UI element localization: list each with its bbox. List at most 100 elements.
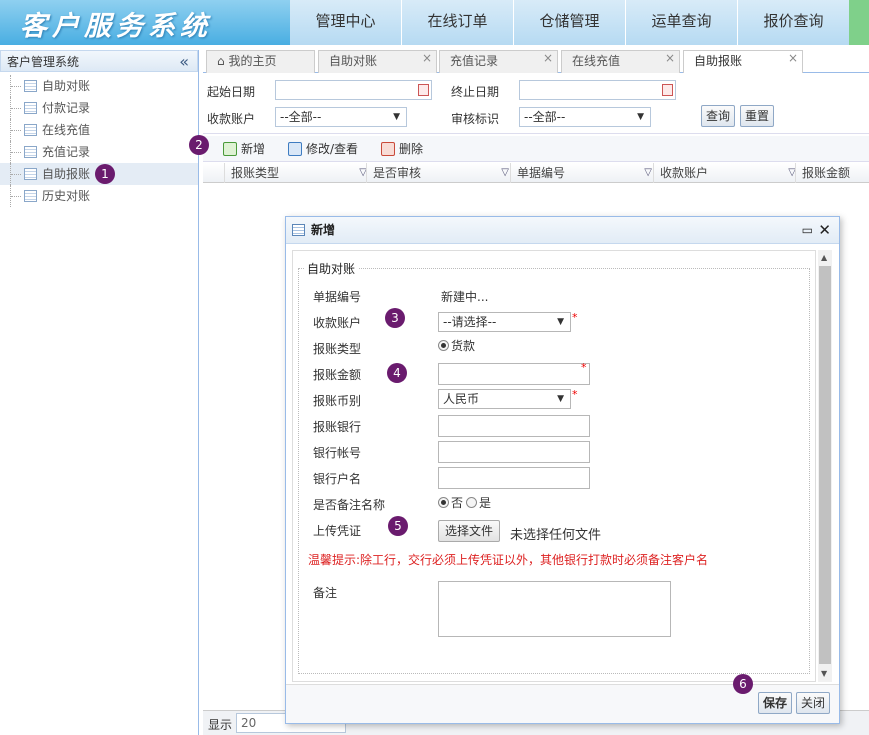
- edit-button[interactable]: 修改/查看: [288, 140, 358, 158]
- column-amount[interactable]: 报账金额: [795, 163, 869, 183]
- required-mark: *: [572, 388, 578, 401]
- currency-select[interactable]: 人民币 ▼: [438, 389, 571, 409]
- edit-icon: [288, 142, 302, 156]
- end-date-input[interactable]: [519, 80, 676, 100]
- step-badge-2: 2: [189, 135, 209, 155]
- step-badge-4: 4: [387, 363, 407, 383]
- choose-file-button[interactable]: 选择文件: [438, 520, 501, 542]
- document-icon: [24, 168, 37, 180]
- type-radio-goods[interactable]: 货款: [438, 337, 475, 354]
- dialog-footer: 保存 关闭: [286, 684, 839, 723]
- delete-button[interactable]: 删除: [381, 140, 423, 158]
- nav-management[interactable]: 管理中心: [290, 0, 402, 45]
- step-badge-6: 6: [733, 674, 753, 694]
- bank-input[interactable]: [438, 415, 590, 437]
- calendar-icon[interactable]: [418, 84, 429, 96]
- amount-label: 报账金额: [313, 368, 362, 382]
- doc-no-value: 新建中...: [441, 290, 489, 304]
- sidebar-item-history-reconcile[interactable]: 历史对账: [0, 185, 198, 207]
- nav-overflow-indicator: [849, 0, 869, 45]
- scroll-down-icon[interactable]: ▼: [821, 669, 827, 678]
- scroll-up-icon[interactable]: ▲: [821, 253, 827, 262]
- bank-holder-input[interactable]: [438, 467, 590, 489]
- account-label: 收款账户: [313, 316, 362, 330]
- sidebar-tree: 自助对账 付款记录 在线充值 充值记录 自助报账 历史对账: [0, 72, 198, 207]
- no-file-text: 未选择任何文件: [510, 528, 602, 543]
- calendar-icon[interactable]: [662, 84, 673, 96]
- tab-recharge-records[interactable]: 充值记录 ×: [439, 50, 558, 73]
- sort-icon[interactable]: ▽: [644, 163, 652, 183]
- bank-account-input[interactable]: [438, 441, 590, 463]
- nav-online-order[interactable]: 在线订单: [402, 0, 514, 45]
- account-select[interactable]: --全部-- ▼: [275, 107, 407, 127]
- column-doc-no[interactable]: 单据编号 ▽: [510, 163, 656, 183]
- search-panel: 起始日期 终止日期 收款账户 --全部-- ▼ 审核标识 --全部-- ▼ 查询 重…: [203, 74, 869, 134]
- dialog-body: 自助对账 单据编号 新建中... 收款账户 --请选择-- ▼ * 报账类型 货款…: [292, 250, 816, 682]
- tab-self-reimburse[interactable]: 自助报账 ×: [683, 50, 803, 73]
- tab-self-reconcile[interactable]: 自助对账 ×: [318, 50, 437, 73]
- sort-icon[interactable]: ▽: [501, 163, 509, 183]
- column-reimburse-type[interactable]: 报账类型 ▽: [224, 163, 371, 183]
- fieldset-legend: 自助对账: [304, 260, 359, 277]
- sidebar-item-payment-records[interactable]: 付款记录: [0, 97, 198, 119]
- dialog-title: 新增: [311, 223, 336, 237]
- delete-icon: [381, 142, 395, 156]
- dropdown-arrow-icon: ▼: [393, 112, 400, 122]
- dropdown-arrow-icon: ▼: [557, 317, 564, 327]
- remark-radio-yes[interactable]: 是: [466, 494, 491, 511]
- sidebar-item-recharge-records[interactable]: 充值记录: [0, 141, 198, 163]
- sidebar-item-online-recharge[interactable]: 在线充值: [0, 119, 198, 141]
- bank-account-label: 银行帐号: [313, 446, 362, 460]
- scroll-thumb[interactable]: [819, 266, 831, 664]
- add-button[interactable]: 新增: [223, 140, 265, 158]
- document-icon: [292, 224, 305, 236]
- remark-radio-no[interactable]: 否: [438, 494, 463, 511]
- close-icon[interactable]: ✕: [818, 217, 831, 244]
- grid-header: 报账类型 ▽ 是否审核 ▽ 单据编号 ▽ 收款账户 ▽ 报账金额: [203, 163, 869, 183]
- note-label: 备注: [313, 586, 338, 600]
- nav-warehouse[interactable]: 仓储管理: [514, 0, 626, 45]
- document-icon: [24, 146, 37, 158]
- sidebar: 客户管理系统 « 自助对账 付款记录 在线充值 充值记录 自助报账 历史对账: [0, 50, 199, 735]
- page-size-label: 显示: [208, 718, 233, 732]
- sidebar-title: 客户管理系统: [7, 55, 80, 69]
- end-date-label: 终止日期: [451, 85, 500, 99]
- reset-button[interactable]: 重置: [740, 105, 775, 127]
- collapse-icon[interactable]: «: [179, 51, 189, 73]
- audit-select[interactable]: --全部-- ▼: [519, 107, 651, 127]
- bank-holder-label: 银行户名: [313, 472, 362, 486]
- close-icon[interactable]: ×: [422, 48, 432, 69]
- sidebar-header: 客户管理系统 «: [0, 50, 198, 72]
- type-label: 报账类型: [313, 342, 362, 356]
- step-badge-3: 3: [385, 308, 405, 328]
- close-icon[interactable]: ×: [543, 48, 553, 69]
- start-date-input[interactable]: [275, 80, 432, 100]
- close-icon[interactable]: ×: [665, 48, 675, 69]
- document-icon: [24, 124, 37, 136]
- column-account[interactable]: 收款账户 ▽: [653, 163, 800, 183]
- close-button[interactable]: 关闭: [796, 692, 831, 714]
- amount-input[interactable]: [438, 363, 590, 385]
- note-textarea[interactable]: [438, 581, 671, 637]
- save-button[interactable]: 保存: [758, 692, 793, 714]
- nav-quote[interactable]: 报价查询: [738, 0, 850, 45]
- close-icon[interactable]: ×: [788, 48, 798, 69]
- nav-waybill[interactable]: 运单查询: [626, 0, 738, 45]
- dialog-scrollbar[interactable]: ▲ ▼: [818, 250, 832, 682]
- step-badge-1: 1: [95, 164, 115, 184]
- tab-home[interactable]: ⌂ 我的主页: [206, 50, 315, 73]
- top-nav: 管理中心 在线订单 仓储管理 运单查询 报价查询: [290, 0, 850, 45]
- document-icon: [24, 102, 37, 114]
- column-audited[interactable]: 是否审核 ▽: [366, 163, 513, 183]
- sidebar-item-self-reconcile[interactable]: 自助对账: [0, 75, 198, 97]
- dropdown-arrow-icon: ▼: [637, 112, 644, 122]
- doc-no-label: 单据编号: [313, 290, 362, 304]
- add-icon: [223, 142, 237, 156]
- account-select[interactable]: --请选择-- ▼: [438, 312, 571, 332]
- maximize-icon[interactable]: ▭: [802, 217, 813, 244]
- tab-online-recharge[interactable]: 在线充值 ×: [561, 50, 680, 73]
- required-mark: *: [581, 361, 587, 374]
- query-button[interactable]: 查询: [701, 105, 736, 127]
- dialog-titlebar: 新增 ▭ ✕: [286, 217, 839, 244]
- required-mark: *: [572, 311, 578, 324]
